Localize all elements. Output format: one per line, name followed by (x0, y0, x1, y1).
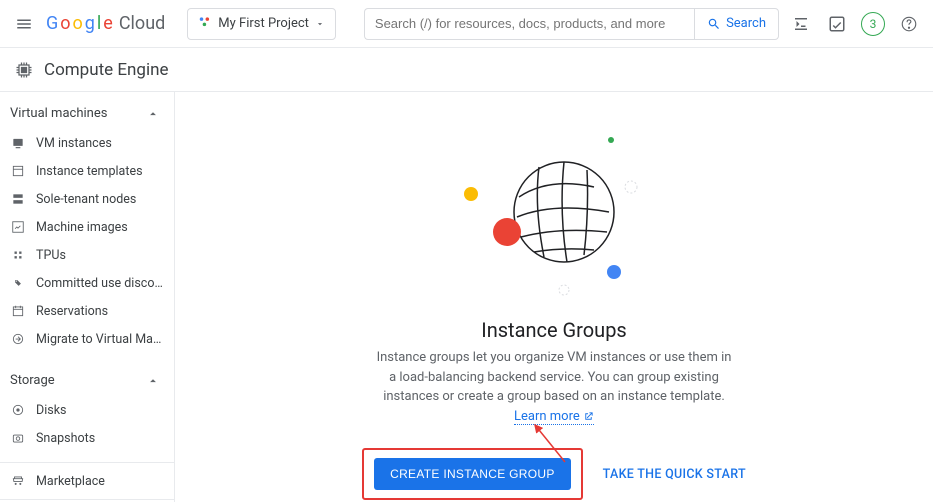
nav-committed-use[interactable]: Committed use discounts (0, 269, 174, 297)
disk-icon (10, 402, 26, 418)
nav-marketplace[interactable]: Marketplace (0, 467, 174, 495)
search-bar: Search (364, 8, 779, 40)
section-label: Virtual machines (10, 106, 107, 121)
search-input[interactable] (364, 8, 694, 40)
annotation-arrow (525, 417, 575, 467)
marketplace-icon (10, 473, 26, 489)
template-icon (10, 163, 26, 179)
take-quick-start-link[interactable]: TAKE THE QUICK START (603, 467, 746, 482)
nav-migrate[interactable]: Migrate to Virtual Machin... (0, 325, 174, 353)
vm-instance-icon (10, 135, 26, 151)
compute-engine-icon (14, 60, 34, 80)
sidebar-section-vm[interactable]: Virtual machines (0, 98, 174, 129)
logo-suffix: Cloud (119, 13, 165, 34)
hamburger-menu-icon[interactable] (12, 12, 36, 36)
chevron-up-icon (146, 107, 160, 121)
chevron-up-icon (146, 374, 160, 388)
snapshot-icon (10, 430, 26, 446)
search-icon (707, 17, 721, 31)
empty-state-title: Instance Groups (481, 318, 627, 342)
notification-count: 3 (870, 17, 877, 31)
reservation-icon (10, 303, 26, 319)
main-content: Instance Groups Instance groups let you … (175, 92, 933, 502)
search-button[interactable]: Search (694, 8, 779, 40)
nav-machine-images[interactable]: Machine images (0, 213, 174, 241)
nav-instance-templates[interactable]: Instance templates (0, 157, 174, 185)
nav-reservations[interactable]: Reservations (0, 297, 174, 325)
help-icon[interactable] (897, 12, 921, 36)
sidebar: Virtual machines VM instances Instance t… (0, 92, 175, 502)
sidebar-section-storage[interactable]: Storage (0, 365, 174, 396)
project-icon (198, 15, 212, 33)
nav-disks[interactable]: Disks (0, 396, 174, 424)
project-selector[interactable]: My First Project (187, 8, 336, 40)
header-actions: 3 (789, 12, 921, 36)
nav-tpus[interactable]: TPUs (0, 241, 174, 269)
project-name: My First Project (218, 16, 309, 31)
hero-illustration (459, 132, 649, 302)
nav-snapshots[interactable]: Snapshots (0, 424, 174, 452)
search-button-label: Search (726, 16, 766, 31)
section-label: Storage (10, 373, 55, 388)
discount-icon (10, 275, 26, 291)
notifications-badge[interactable]: 3 (861, 12, 885, 36)
service-title: Compute Engine (44, 60, 169, 80)
nav-vm-instances[interactable]: VM instances (0, 129, 174, 157)
soletenant-icon (10, 191, 26, 207)
google-cloud-logo[interactable]: Google Cloud (46, 13, 165, 34)
chevron-down-icon (315, 19, 325, 29)
migrate-icon (10, 331, 26, 347)
top-header: Google Cloud My First Project Search 3 (0, 0, 933, 48)
nav-sole-tenant[interactable]: Sole-tenant nodes (0, 185, 174, 213)
console-icon[interactable] (825, 12, 849, 36)
machine-image-icon (10, 219, 26, 235)
external-link-icon (583, 411, 594, 422)
tpu-icon (10, 247, 26, 263)
service-header: Compute Engine (0, 48, 933, 92)
empty-state-description: Instance groups let you organize VM inst… (374, 348, 734, 426)
cloud-shell-icon[interactable] (789, 12, 813, 36)
